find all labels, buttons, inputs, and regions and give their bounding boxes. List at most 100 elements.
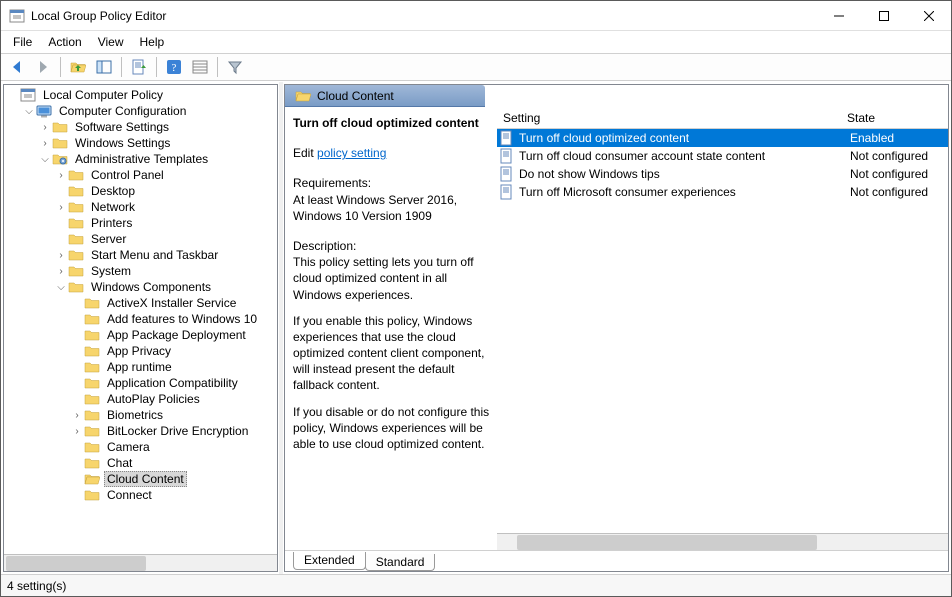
expander-icon[interactable]: ⌵	[54, 282, 68, 293]
tree-app-runtime[interactable]: App runtime	[104, 360, 175, 374]
properties-button[interactable]	[188, 56, 212, 78]
tree-software-settings[interactable]: Software Settings	[72, 120, 172, 134]
expander-icon[interactable]: ›	[54, 170, 68, 181]
close-button[interactable]	[906, 1, 951, 30]
folder-icon	[68, 263, 84, 279]
expander-icon[interactable]: ›	[54, 250, 68, 261]
edit-prefix: Edit	[293, 146, 317, 160]
up-folder-button[interactable]	[66, 56, 90, 78]
list-row-label: Do not show Windows tips	[519, 167, 846, 181]
tree-server[interactable]: Server	[88, 232, 129, 246]
policy-icon	[499, 148, 515, 164]
tree-printers[interactable]: Printers	[88, 216, 135, 230]
tree-app-privacy[interactable]: App Privacy	[104, 344, 174, 358]
folder-icon	[68, 279, 84, 295]
expander-icon[interactable]: ⌵	[22, 106, 36, 117]
tree-connect[interactable]: Connect	[104, 488, 155, 502]
maximize-button[interactable]	[861, 1, 906, 30]
expander-icon[interactable]: ›	[38, 122, 52, 133]
folder-open-icon	[295, 88, 311, 104]
menu-action[interactable]: Action	[40, 33, 89, 51]
tree-bitlocker[interactable]: BitLocker Drive Encryption	[104, 424, 251, 438]
expander-icon[interactable]: ⌵	[38, 154, 52, 165]
menu-help[interactable]: Help	[132, 33, 173, 51]
menu-file[interactable]: File	[5, 33, 40, 51]
tab-standard[interactable]: Standard	[365, 554, 436, 571]
folder-icon	[52, 119, 68, 135]
right-pane: Cloud Content Turn off cloud optimized c…	[284, 84, 949, 572]
app-icon	[9, 8, 25, 24]
tree-computer-configuration[interactable]: Computer Configuration	[56, 104, 189, 118]
tree-chat[interactable]: Chat	[104, 456, 135, 470]
col-header-state[interactable]: State	[843, 111, 948, 125]
tree-admin-templates[interactable]: Administrative Templates	[72, 152, 211, 166]
tree-root[interactable]: Local Computer Policy	[40, 88, 166, 102]
tree-windows-components[interactable]: Windows Components	[88, 280, 214, 294]
folder-icon	[84, 423, 100, 439]
tree-network[interactable]: Network	[88, 200, 138, 214]
export-list-button[interactable]	[127, 56, 151, 78]
tree-system[interactable]: System	[88, 264, 134, 278]
policy-icon	[499, 130, 515, 146]
policy-icon	[499, 166, 515, 182]
expander-icon[interactable]: ›	[38, 138, 52, 149]
folder-icon	[84, 359, 100, 375]
expander-icon[interactable]: ›	[70, 426, 84, 437]
expander-icon[interactable]: ›	[54, 202, 68, 213]
splitter[interactable]	[279, 82, 283, 574]
folder-icon	[84, 407, 100, 423]
edit-policy-link[interactable]: policy setting	[317, 146, 386, 160]
content-header: Cloud Content	[285, 85, 485, 107]
tree-h-scrollbar[interactable]	[4, 554, 277, 571]
tree-app-package[interactable]: App Package Deployment	[104, 328, 249, 342]
folder-icon	[68, 199, 84, 215]
tree-camera[interactable]: Camera	[104, 440, 153, 454]
tree-cloud-content[interactable]: Cloud Content	[104, 471, 187, 487]
tree-biometrics[interactable]: Biometrics	[104, 408, 166, 422]
list-row[interactable]: Do not show Windows tipsNot configured	[497, 165, 948, 183]
list-row[interactable]: Turn off Microsoft consumer experiencesN…	[497, 183, 948, 201]
tree-activex[interactable]: ActiveX Installer Service	[104, 296, 239, 310]
expander-icon[interactable]: ›	[70, 410, 84, 421]
folder-icon	[68, 231, 84, 247]
status-text: 4 setting(s)	[7, 579, 66, 593]
list-row-label: Turn off cloud consumer account state co…	[519, 149, 846, 163]
tab-extended[interactable]: Extended	[293, 552, 366, 570]
tree-windows-settings[interactable]: Windows Settings	[72, 136, 173, 150]
tree-app-compat[interactable]: Application Compatibility	[104, 376, 241, 390]
statusbar: 4 setting(s)	[1, 574, 951, 596]
list-row[interactable]: Turn off cloud optimized contentEnabled	[497, 129, 948, 147]
help-button[interactable]: ?	[162, 56, 186, 78]
folder-icon	[84, 343, 100, 359]
list-h-scrollbar[interactable]	[497, 533, 948, 550]
folder-icon	[68, 167, 84, 183]
expander-icon[interactable]: ›	[54, 266, 68, 277]
description-p2: If you enable this policy, Windows exper…	[293, 313, 491, 394]
folder-icon	[84, 295, 100, 311]
tree-start-taskbar[interactable]: Start Menu and Taskbar	[88, 248, 221, 262]
back-button[interactable]	[5, 56, 29, 78]
tab-strip: Extended Standard	[285, 550, 948, 571]
list-row-label: Turn off cloud optimized content	[519, 131, 846, 145]
folder-icon	[84, 327, 100, 343]
description-p3: If you disable or do not configure this …	[293, 404, 491, 453]
content-header-title: Cloud Content	[317, 89, 394, 103]
gpe-root-icon	[20, 87, 36, 103]
tree-autoplay[interactable]: AutoPlay Policies	[104, 392, 203, 406]
tree-desktop[interactable]: Desktop	[88, 184, 138, 198]
policy-tree[interactable]: ▾Local Computer Policy ⌵Computer Configu…	[4, 87, 277, 503]
col-header-setting[interactable]: Setting	[497, 111, 843, 125]
menubar: File Action View Help	[1, 31, 951, 53]
tree-add-features[interactable]: Add features to Windows 10	[104, 312, 260, 326]
list-row[interactable]: Turn off cloud consumer account state co…	[497, 147, 948, 165]
tree-control-panel[interactable]: Control Panel	[88, 168, 167, 182]
minimize-button[interactable]	[816, 1, 861, 30]
filter-button[interactable]	[223, 56, 247, 78]
window-title: Local Group Policy Editor	[31, 9, 816, 23]
detail-column: Turn off cloud optimized content Edit po…	[285, 107, 497, 550]
toolbar: ?	[1, 53, 951, 81]
menu-view[interactable]: View	[90, 33, 132, 51]
forward-button[interactable]	[31, 56, 55, 78]
show-hide-tree-button[interactable]	[92, 56, 116, 78]
requirements-text-2: Windows 10 Version 1909	[293, 208, 491, 224]
